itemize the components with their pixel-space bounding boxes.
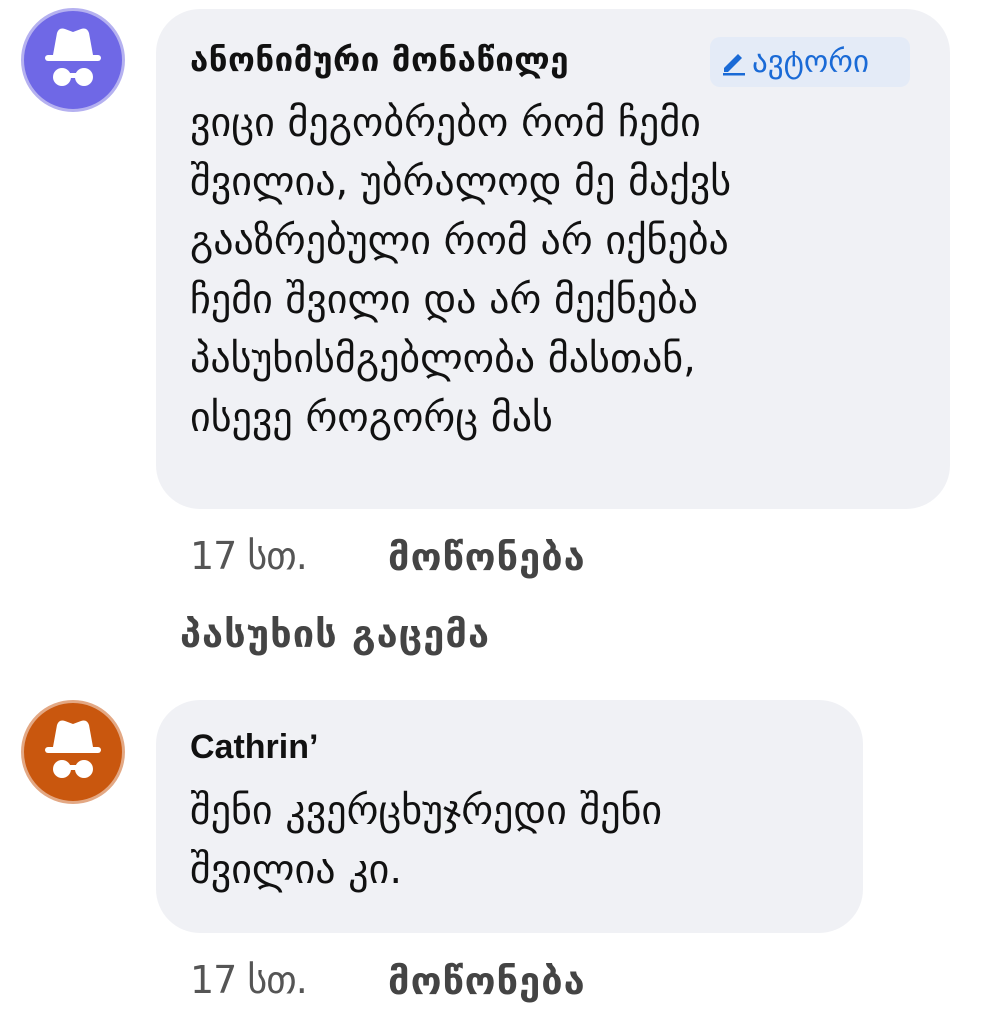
pencil-icon <box>723 54 745 76</box>
author-badge-label: ავტორი <box>752 44 870 80</box>
comment-timestamp: 17 სთ. <box>190 534 308 578</box>
comment-text-line: შვილია კი. <box>190 847 403 893</box>
reply-button[interactable]: პასუხის გაცემა <box>180 612 490 656</box>
incognito-icon <box>45 28 101 86</box>
comment-text-line: გააზრებული რომ არ იქნება <box>190 218 729 264</box>
avatar[interactable] <box>21 8 125 112</box>
like-button[interactable]: მოწონება <box>388 959 586 1003</box>
avatar[interactable] <box>21 700 125 804</box>
comment-text-line: ისევე როგორც მას <box>190 395 553 441</box>
comment-text: ვიცი მეგობრებო რომ ჩემი შვილია, უბრალოდ … <box>190 94 731 448</box>
comment-text-line: შენი კვერცხუჯრედი შენი <box>190 788 663 834</box>
comment-thread: ანონიმური მონაწილე ავტორი ვიცი მეგობრებო… <box>0 0 1003 1024</box>
like-button[interactable]: მოწონება <box>388 535 586 579</box>
comment-text-line: ვიცი მეგობრებო რომ ჩემი <box>190 100 701 146</box>
incognito-icon <box>45 720 101 778</box>
comment-text-line: შვილია, უბრალოდ მე მაქვს <box>190 159 732 205</box>
comment-author[interactable]: ანონიმური მონაწილე <box>190 40 569 79</box>
author-badge: ავტორი <box>710 37 910 87</box>
comment-timestamp: 17 სთ. <box>190 958 308 1002</box>
comment-text: შენი კვერცხუჯრედი შენი შვილია კი. <box>190 782 662 900</box>
comment-text-line: პასუხისმგებლობა მასთან, <box>190 336 696 382</box>
comment-author[interactable]: Cathrin’ <box>190 728 318 767</box>
comment-text-line: ჩემი შვილი და არ მექნება <box>190 277 698 323</box>
